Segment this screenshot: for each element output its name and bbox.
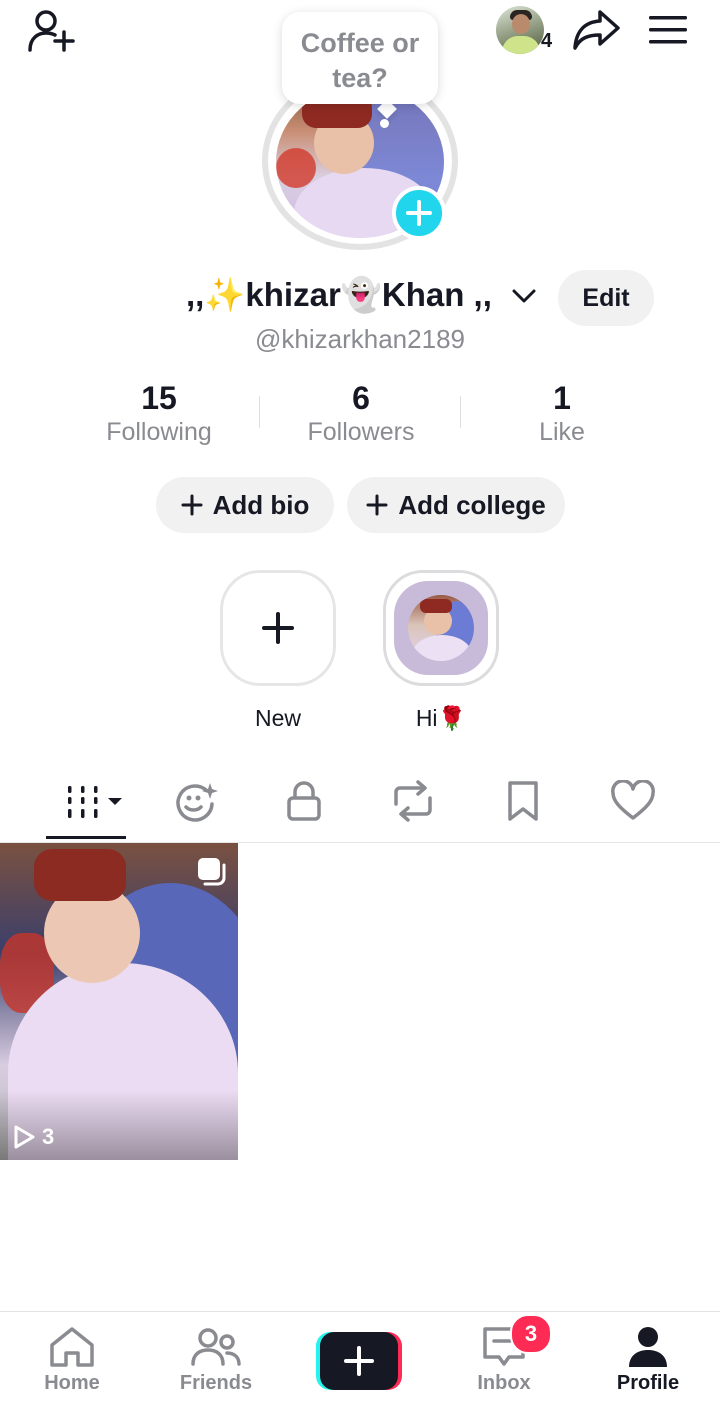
multi-photo-icon	[196, 856, 226, 886]
plus-icon	[344, 1346, 374, 1376]
nav-friends[interactable]: Friends	[161, 1326, 271, 1395]
status-bubble-text: Coffee or tea?	[300, 28, 420, 93]
status-bubble[interactable]: Coffee or tea?	[282, 12, 438, 104]
plus-icon	[262, 612, 294, 644]
friends-count: 4	[541, 30, 553, 52]
plus-icon	[366, 494, 388, 516]
new-highlight-button[interactable]	[220, 570, 336, 686]
stat-followers[interactable]: 6 Followers	[261, 378, 461, 448]
stat-label: Followers	[307, 418, 415, 446]
username: @khizarkhan2189	[255, 324, 465, 354]
tab-reposts[interactable]	[390, 780, 436, 822]
nav-profile-label: Profile	[616, 1372, 680, 1394]
tab-reposts-emoji[interactable]	[172, 780, 220, 822]
add-college-button[interactable]: Add college	[347, 477, 565, 533]
stat-divider	[259, 396, 260, 428]
share-icon[interactable]	[572, 8, 620, 52]
add-college-label: Add college	[398, 489, 546, 520]
stat-label: Like	[539, 418, 585, 446]
friends-icon	[191, 1328, 241, 1366]
lock-icon	[287, 781, 321, 821]
highlight-label: Hi🌹	[415, 705, 467, 731]
active-tab-indicator	[46, 836, 126, 839]
heart-icon	[611, 780, 655, 820]
stat-following[interactable]: 15 Following	[59, 378, 259, 448]
home-icon	[50, 1327, 94, 1367]
tab-private[interactable]	[286, 780, 322, 822]
video-views: 3	[12, 1124, 54, 1150]
bookmark-icon	[508, 781, 538, 821]
bubble-dot	[380, 119, 389, 128]
video-thumbnail[interactable]	[0, 843, 238, 1160]
add-friend-icon[interactable]	[28, 8, 78, 54]
add-story-button[interactable]	[392, 186, 446, 240]
tab-liked[interactable]	[610, 780, 656, 822]
nav-home-label: Home	[44, 1372, 100, 1394]
profile-icon	[629, 1327, 667, 1367]
highlight-label: New	[254, 705, 301, 731]
stat-value: 15	[141, 380, 177, 416]
play-icon	[14, 1125, 35, 1149]
nav-friends-label: Friends	[179, 1372, 253, 1394]
stat-value: 1	[553, 380, 571, 416]
chevron-down-icon[interactable]	[512, 288, 536, 304]
stat-likes[interactable]: 1 Like	[462, 378, 662, 448]
highlight-item[interactable]	[383, 570, 499, 686]
nav-profile[interactable]: Profile	[593, 1326, 703, 1395]
tab-videos[interactable]	[64, 784, 126, 820]
add-bio-button[interactable]: Add bio	[156, 477, 334, 533]
video-view-count: 3	[42, 1124, 55, 1149]
tab-favorites[interactable]	[506, 780, 540, 822]
menu-icon[interactable]	[648, 14, 688, 46]
nav-inbox-label: Inbox	[477, 1372, 531, 1394]
create-button[interactable]	[316, 1332, 402, 1390]
plus-icon	[181, 494, 203, 516]
inbox-badge: 3	[510, 1314, 552, 1354]
edit-profile-button[interactable]: Edit	[558, 270, 654, 326]
nav-home[interactable]: Home	[17, 1326, 127, 1395]
repost-icon	[394, 780, 432, 822]
stat-label: Following	[106, 418, 212, 446]
display-name: ,,✨khizar👻Khan ,,	[186, 276, 492, 313]
friend-avatar[interactable]	[496, 6, 544, 54]
smile-sparkle-icon	[176, 783, 218, 822]
stat-divider	[460, 396, 461, 428]
plus-icon	[406, 200, 432, 226]
add-bio-label: Add bio	[212, 489, 310, 520]
stat-value: 6	[352, 380, 370, 416]
grid-icon	[68, 786, 122, 818]
